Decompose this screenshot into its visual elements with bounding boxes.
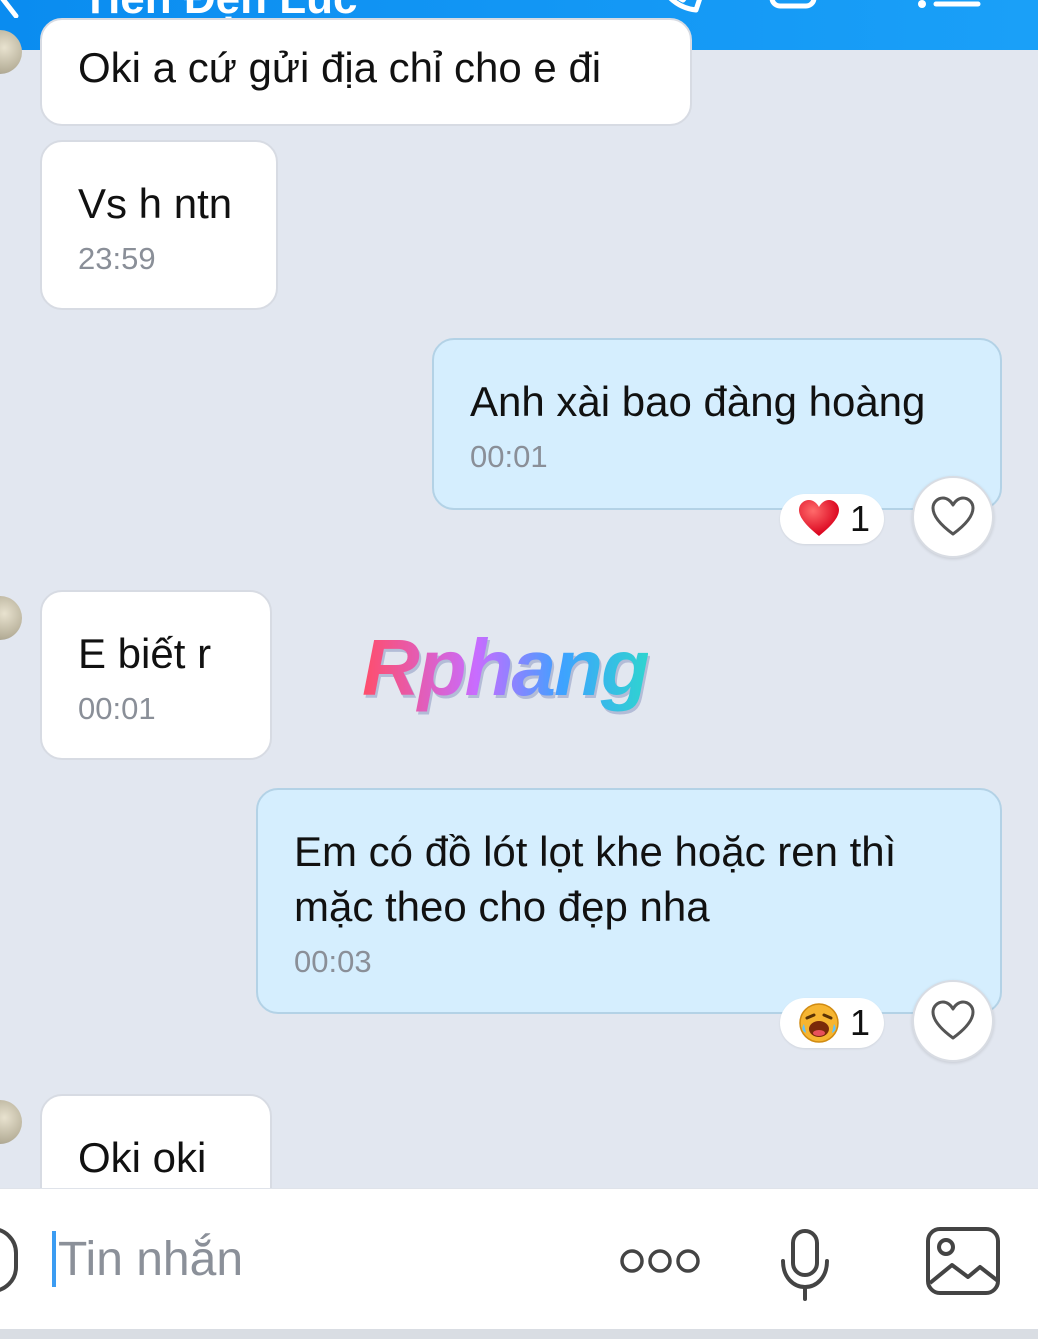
incoming-message[interactable]: Oki a cứ gửi địa chỉ cho e đi: [40, 18, 692, 126]
incoming-message[interactable]: Vs h ntn 23:59: [40, 140, 278, 310]
message-composer: [0, 1188, 1038, 1339]
outgoing-message[interactable]: Anh xài bao đàng hoàng 00:01: [432, 338, 1002, 510]
sticker-icon[interactable]: [0, 1225, 22, 1295]
back-icon[interactable]: [0, 0, 24, 18]
message-text: E biết r: [78, 630, 212, 677]
message-time: 00:01: [78, 691, 156, 726]
watermark: Rphang: [362, 623, 650, 712]
message-time: 23:59: [78, 241, 156, 276]
image-icon[interactable]: [924, 1225, 1002, 1297]
message-time: 00:03: [294, 944, 372, 979]
message-text: Anh xài bao đàng hoàng: [470, 378, 926, 425]
reaction-badge[interactable]: 1: [780, 998, 884, 1048]
reaction-badge[interactable]: 1: [780, 494, 884, 544]
phone-icon[interactable]: [650, 0, 706, 14]
video-icon[interactable]: [768, 0, 832, 14]
laughing-face-emoji-icon: [799, 1003, 839, 1043]
incoming-message[interactable]: E biết r 00:01: [40, 590, 272, 760]
message-time: 00:01: [470, 439, 548, 474]
message-text: Vs h ntn: [78, 180, 233, 227]
heart-outline-icon: [931, 496, 975, 536]
message-text: Oki a cứ gửi địa chỉ cho e đi: [78, 44, 602, 91]
text-caret: [52, 1231, 56, 1287]
message-text: Oki oki: [78, 1134, 207, 1181]
heart-emoji-icon: [798, 500, 839, 536]
message-text: Em có đồ lót lọt khe hoặc ren thì mặc th…: [294, 828, 897, 930]
more-options-icon[interactable]: [618, 1247, 702, 1275]
bottom-strip: [0, 1329, 1038, 1339]
message-input[interactable]: [58, 1229, 578, 1289]
reaction-count: 1: [849, 498, 870, 539]
avatar[interactable]: [0, 1100, 22, 1144]
like-button[interactable]: [912, 476, 994, 558]
avatar[interactable]: [0, 596, 22, 640]
reaction-count: 1: [849, 1002, 870, 1043]
heart-outline-icon: [931, 1000, 975, 1040]
menu-icon[interactable]: [916, 0, 982, 14]
like-button[interactable]: [912, 980, 994, 1062]
outgoing-message[interactable]: Em có đồ lót lọt khe hoặc ren thì mặc th…: [256, 788, 1002, 1014]
microphone-icon[interactable]: [778, 1227, 832, 1303]
